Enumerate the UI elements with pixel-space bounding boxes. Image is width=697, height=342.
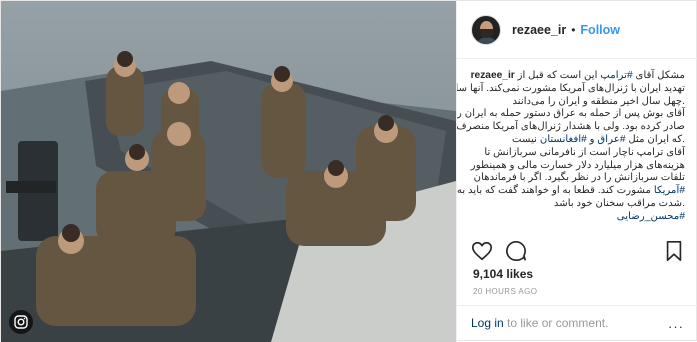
- hashtag-link[interactable]: #محسن_رضایی: [617, 211, 685, 222]
- hashtag-link[interactable]: #آمریکا: [654, 185, 685, 196]
- post-header: rezaee_ir • Follow: [457, 1, 697, 59]
- follow-button[interactable]: Follow: [580, 23, 620, 37]
- instagram-post: rezaee_ir • Follow مشکل آقای #ترامپ این …: [0, 0, 697, 342]
- caption-line: صادر کرده بود. ولی با هشدار ژنرال‌های آم…: [457, 121, 685, 133]
- post-photo[interactable]: [1, 1, 456, 342]
- caption-line: هزینه‌های هزار میلیارد دلار خسارت مالی و…: [470, 159, 685, 171]
- caption-line: تهدید ایران با ژنرال‌های آمریکا مشورت نم…: [457, 82, 685, 94]
- caption-line: آقای ترامپ ناچار است از نافرمانی سربازان…: [484, 146, 685, 158]
- instagram-badge-icon: [9, 310, 33, 334]
- post-caption: مشکل آقای #ترامپ این است که قبل از rezae…: [457, 59, 697, 239]
- caption-line: .شدت مراقب سخنان خود باشد: [553, 197, 685, 209]
- caption-username[interactable]: rezaee_ir: [471, 70, 515, 81]
- caption-line: #آمریکا مشورت کند. قطعا به او خواهند گفت…: [457, 185, 685, 197]
- login-prompt-text: to like or comment.: [503, 316, 609, 330]
- heart-icon[interactable]: [471, 240, 493, 262]
- caption-line: .چهل سال اخیر منطقه و ایران را می‌دانند: [512, 95, 685, 107]
- separator: •: [571, 22, 576, 37]
- login-prompt: Log in to like or comment.: [457, 305, 697, 342]
- post-sidebar: rezaee_ir • Follow مشکل آقای #ترامپ این …: [456, 1, 697, 342]
- bookmark-icon[interactable]: [663, 240, 685, 262]
- hashtag-link[interactable]: #افغانستان: [540, 134, 587, 145]
- hashtag-link[interactable]: #عراق: [597, 134, 625, 145]
- more-options-button[interactable]: ···: [668, 319, 684, 334]
- login-link[interactable]: Log in: [471, 316, 504, 330]
- caption-line: آقای بوش پس از حمله به عراق دستور حمله ب…: [457, 108, 685, 120]
- caption-line: .که ایران مثل #عراق و #افغانستان نیست: [512, 133, 685, 145]
- caption-line: مشکل آقای #ترامپ این است که قبل از rezae…: [470, 70, 685, 81]
- username[interactable]: rezaee_ir: [512, 23, 566, 37]
- hashtag-link[interactable]: #ترامپ: [600, 70, 632, 81]
- avatar[interactable]: [471, 14, 501, 45]
- caption-line: تلفات سربازانش را در نظر بگیرد. اگر با ف…: [473, 172, 685, 184]
- photo-illustration: [1, 1, 456, 342]
- action-bar: [471, 238, 685, 266]
- comment-icon[interactable]: [505, 240, 527, 262]
- post-timestamp[interactable]: 20 HOURS AGO: [473, 287, 537, 296]
- caption-line: #محسن_رضایی: [469, 211, 685, 224]
- like-count[interactable]: 9,104 likes: [473, 267, 533, 281]
